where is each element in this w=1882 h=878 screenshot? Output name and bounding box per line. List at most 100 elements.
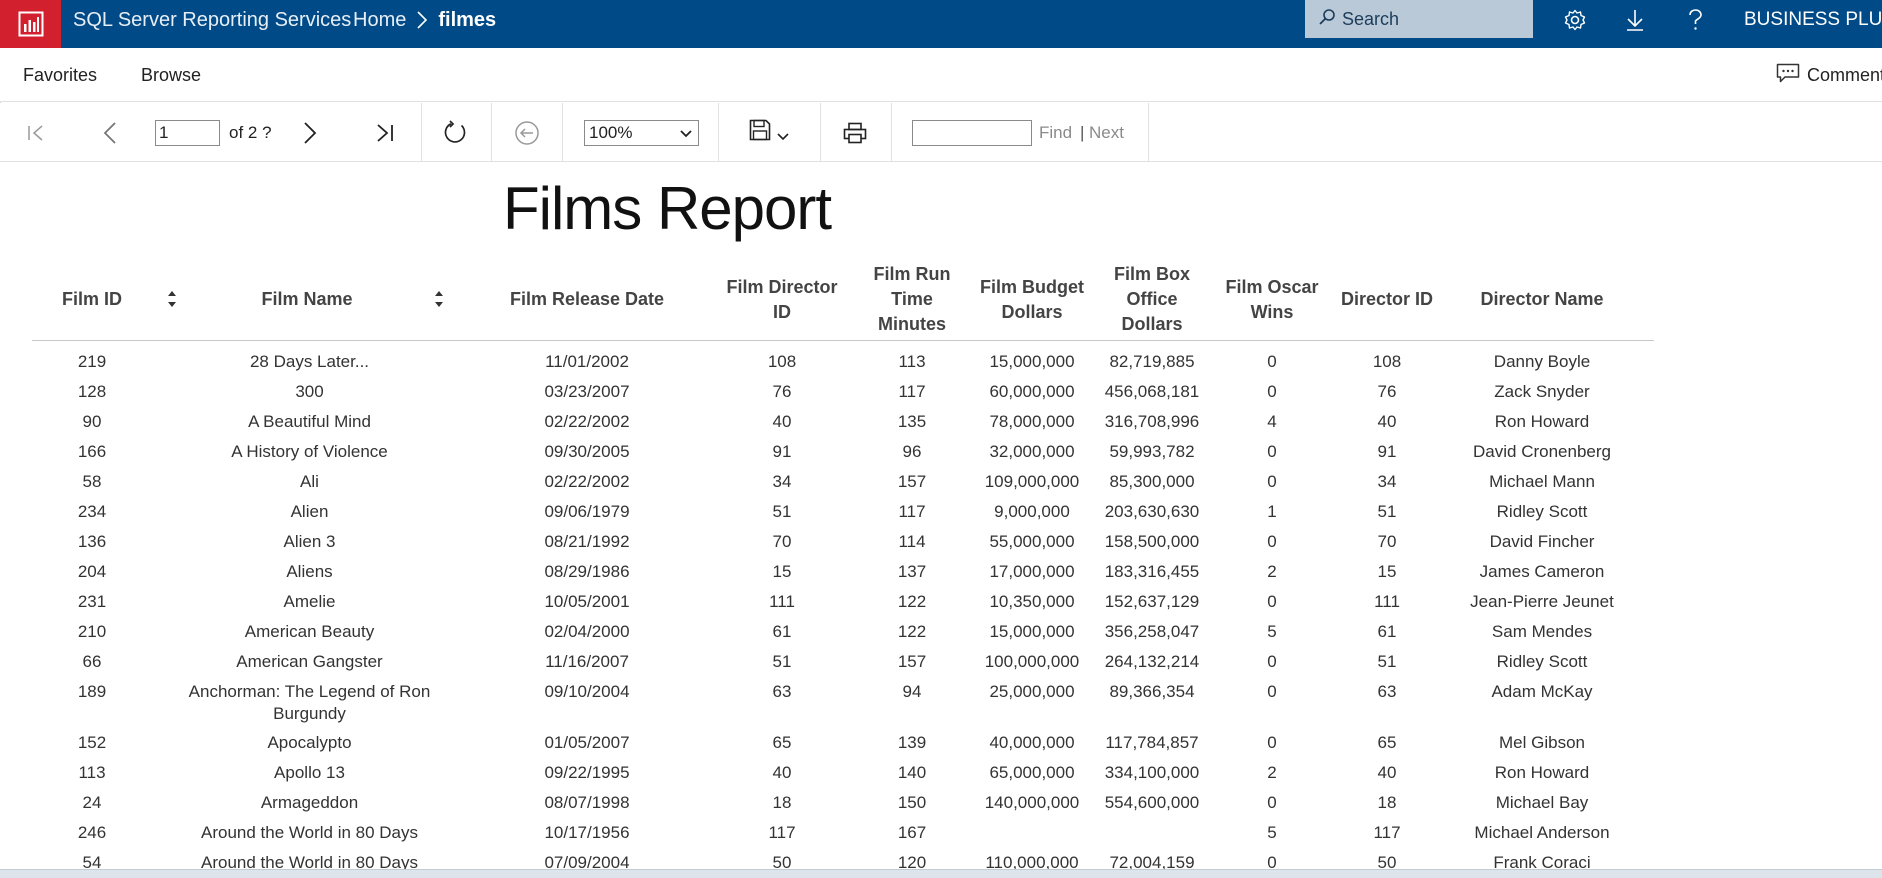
cell-film-director-id: 51 (772, 502, 792, 521)
cell-film-budget: 40,000,000 (989, 733, 1075, 752)
refresh-icon[interactable] (437, 103, 473, 162)
cell-film-box-office: 183,316,455 (1104, 562, 1200, 581)
cell-film-name: Aliens (286, 562, 333, 581)
cell-film-release-date: 10/05/2001 (544, 592, 630, 611)
column-header-label: Film Run Time Minutes (873, 264, 951, 334)
cell-film-release-date: 11/01/2002 (545, 352, 629, 371)
cell-film-box-office: 356,258,047 (1104, 622, 1200, 641)
cell-film-id: 152 (77, 733, 107, 752)
comments-label: Comments (1807, 64, 1882, 85)
window-bottom-edge (0, 869, 1882, 878)
gear-icon[interactable] (1557, 0, 1593, 40)
sort-icon[interactable] (432, 289, 446, 309)
cell-film-director-id: 76 (772, 382, 792, 401)
toolbar-divider (562, 103, 563, 162)
cell-film-box-office: 203,630,630 (1104, 502, 1200, 521)
nav-browse[interactable]: Browse (141, 48, 201, 102)
cell-film-release-date: 02/04/2000 (544, 622, 630, 641)
top-bar: SQL Server Reporting Services Home filme… (0, 0, 1882, 48)
cell-film-box-office: 316,708,996 (1104, 412, 1200, 431)
column-header-film-budget: Film Budget Dollars (962, 259, 1102, 340)
cell-film-box-office: 152,637,129 (1104, 592, 1200, 611)
cell-film-oscar-wins: 4 (1267, 412, 1277, 431)
cell-film-name: Anchorman: The Legend of Ron Burgundy (188, 682, 431, 723)
print-icon[interactable] (837, 103, 873, 162)
last-page-icon[interactable] (367, 103, 403, 162)
next-page-icon[interactable] (292, 103, 328, 162)
cell-film-id: 128 (77, 382, 107, 401)
comments-button[interactable]: Comments (1776, 48, 1882, 102)
cell-film-name: 300 (295, 382, 324, 401)
cell-film-run-time: 94 (902, 682, 922, 701)
toolbar-divider (891, 103, 892, 162)
nav-favorites[interactable]: Favorites (23, 48, 97, 102)
cell-film-run-time: 113 (898, 352, 926, 371)
app-title[interactable]: SQL Server Reporting Services (73, 0, 351, 48)
back-to-parent-icon[interactable] (509, 103, 545, 162)
cell-film-run-time: 140 (897, 763, 927, 782)
find-input[interactable] (912, 120, 1032, 146)
find-button[interactable]: Find (1039, 103, 1072, 162)
download-icon[interactable] (1617, 0, 1653, 40)
cell-film-oscar-wins: 0 (1267, 352, 1277, 371)
cell-film-budget: 32,000,000 (989, 442, 1075, 461)
column-header-film-oscar-wins: Film Oscar Wins (1202, 259, 1342, 340)
cell-film-director-id: 91 (772, 442, 792, 461)
cell-film-oscar-wins: 1 (1267, 502, 1277, 521)
cell-film-release-date: 10/17/1956 (544, 823, 630, 842)
cell-film-run-time: 157 (897, 472, 927, 491)
header-divider (32, 340, 1654, 341)
cell-film-name: American Gangster (236, 652, 383, 671)
cell-film-run-time: 117 (898, 502, 926, 521)
zoom-select[interactable]: 100% (584, 120, 699, 146)
find-next-button[interactable]: Next (1089, 103, 1124, 162)
cell-film-director-id: 108 (767, 352, 797, 371)
page-number-input[interactable] (155, 120, 220, 146)
cell-film-id: 24 (82, 793, 102, 812)
cell-film-oscar-wins: 0 (1267, 472, 1277, 491)
column-header-label: Director Name (1480, 289, 1604, 309)
cell-film-run-time: 167 (897, 823, 927, 842)
export-save-button[interactable] (743, 103, 795, 162)
cell-director-name: David Fincher (1489, 532, 1595, 551)
first-page-icon[interactable] (18, 103, 54, 162)
column-header-label: Film Budget Dollars (980, 276, 1084, 322)
cell-film-run-time: 137 (897, 562, 927, 581)
find-next-separator: | (1080, 123, 1085, 142)
cell-film-budget: 15,000,000 (989, 622, 1075, 641)
cell-film-name: 28 Days Later... (249, 352, 370, 371)
cell-director-name: David Cronenberg (1473, 442, 1611, 461)
cell-film-run-time: 139 (897, 733, 927, 752)
column-header-label: Film Oscar Wins (1225, 276, 1319, 322)
cell-film-name: Alien 3 (283, 532, 336, 551)
toolbar-divider (1148, 103, 1149, 162)
search-input[interactable]: Search (1305, 0, 1533, 38)
breadcrumb-home-link[interactable]: Home (353, 0, 406, 40)
cell-film-oscar-wins: 0 (1267, 442, 1277, 461)
cell-film-run-time: 114 (898, 532, 926, 551)
cell-film-id: 136 (77, 532, 107, 551)
cell-film-director-id: 111 (769, 592, 795, 611)
cell-film-box-office: 117,784,857 (1105, 733, 1199, 752)
cell-film-name: Armageddon (260, 793, 359, 812)
cell-film-box-office: 89,366,354 (1109, 682, 1195, 701)
cell-film-director-id: 63 (772, 682, 792, 701)
cell-film-director-id: 61 (772, 622, 792, 641)
cell-film-id: 219 (77, 352, 107, 371)
user-name[interactable]: BUSINESS PLUS (1744, 0, 1882, 40)
previous-page-icon[interactable] (92, 103, 128, 162)
cell-film-run-time: 96 (902, 442, 922, 461)
cell-film-box-office: 554,600,000 (1104, 793, 1200, 812)
column-header-label: Film Name (261, 289, 353, 309)
cell-film-id: 90 (82, 412, 102, 431)
cell-film-release-date: 09/22/1995 (544, 763, 630, 782)
cell-film-name: Amelie (283, 592, 336, 611)
app-logo-icon[interactable] (0, 0, 61, 48)
cell-film-id: 234 (77, 502, 107, 521)
report-title: Films Report (503, 175, 832, 242)
cell-film-budget: 9,000,000 (994, 502, 1070, 521)
cell-film-release-date: 08/07/1998 (544, 793, 630, 812)
help-icon[interactable] (1677, 0, 1713, 40)
cell-film-id: 66 (82, 652, 102, 671)
cell-film-box-office: 85,300,000 (1109, 472, 1195, 491)
